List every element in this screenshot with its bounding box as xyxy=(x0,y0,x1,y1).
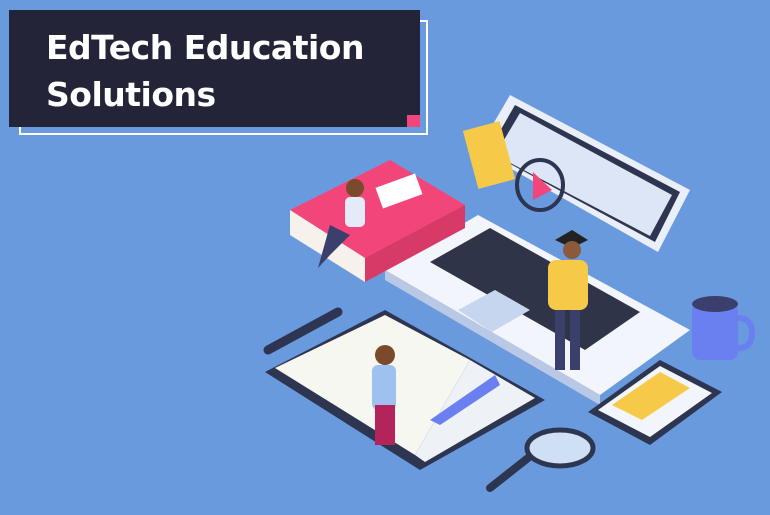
mug-icon xyxy=(692,296,756,360)
edtech-illustration xyxy=(263,95,756,492)
magnifier-icon xyxy=(486,427,596,492)
